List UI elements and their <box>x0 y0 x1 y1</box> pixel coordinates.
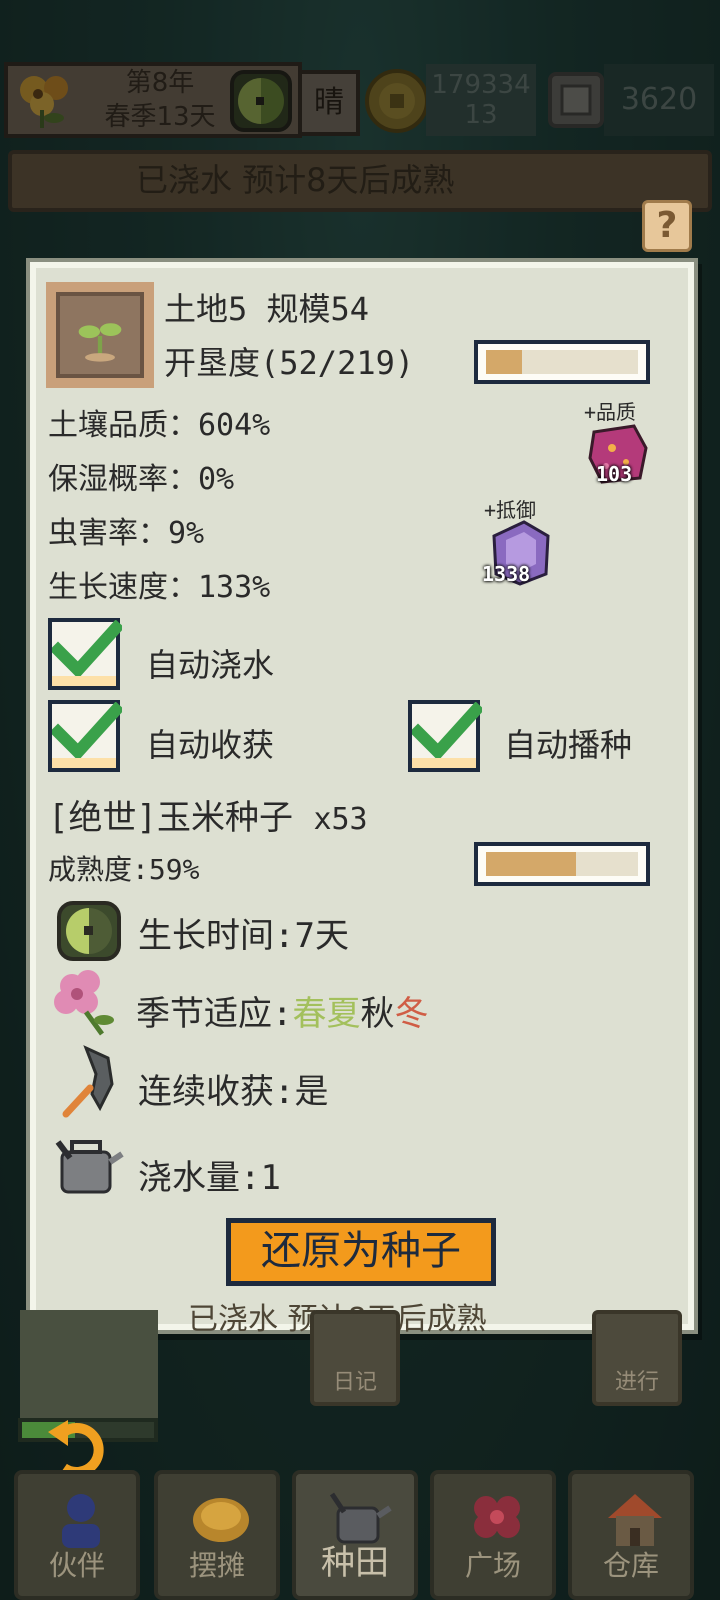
season-adapt: 季节适应:春夏秋冬 <box>136 986 428 1035</box>
quality-gem-count: 103 <box>596 462 633 486</box>
seed-name-text: [绝世]玉米种子 <box>48 798 293 838</box>
restore-to-seed-button[interactable]: 还原为种子 <box>226 1218 496 1286</box>
season-autumn: 秋 <box>360 994 395 1034</box>
auto-harvest-label[interactable]: 自动收获 <box>146 720 274 766</box>
plot-title: 土地5 规模54 <box>164 290 370 328</box>
auto-sow-checkbox[interactable] <box>408 700 482 772</box>
checkmark-icon <box>52 702 122 761</box>
plot-sprout-icon <box>46 282 154 388</box>
growth-clock-icon <box>57 901 121 961</box>
nav-stall[interactable]: 摆摊 <box>154 1470 280 1600</box>
diary-button[interactable]: 日记 <box>310 1310 400 1406</box>
nav-farm-label: 种田 <box>321 1543 389 1583</box>
reclaim-progress-bar <box>474 340 650 384</box>
nav-plaza[interactable]: 广场 <box>430 1470 556 1600</box>
bottom-navigation: 伙伴 摆摊 种田 广场 仓库 <box>0 1420 720 1600</box>
nav-plaza-label: 广场 <box>464 1549 521 1582</box>
checkmark-icon <box>412 702 482 761</box>
quality-gem-icon[interactable] <box>582 418 656 498</box>
season-winter: 冬 <box>394 994 429 1034</box>
reclaim-label: 开垦度(52/219) <box>164 344 415 382</box>
plot-detail-dialog: 土地5 规模54 开垦度(52/219) 土壤品质：604% 保湿概率：0% 虫… <box>30 262 694 1330</box>
stall-icon <box>193 1498 249 1542</box>
continuous-harvest: 连续收获:是 <box>138 1072 329 1112</box>
nav-warehouse-label: 仓库 <box>602 1549 659 1582</box>
watering-can-icon <box>55 1140 124 1194</box>
season-spring: 春 <box>292 994 327 1034</box>
stat-moisture-chance: 保湿概率：0% <box>48 462 235 497</box>
stat-soil-quality: 土壤品质：604% <box>48 408 271 443</box>
partner-avatar[interactable] <box>20 1310 158 1420</box>
auto-sow-label[interactable]: 自动播种 <box>504 720 632 766</box>
proceed-label: 进行 <box>614 1370 659 1395</box>
nav-partner-label: 伙伴 <box>48 1549 105 1582</box>
house-icon <box>608 1494 662 1546</box>
nav-partner[interactable]: 伙伴 <box>14 1470 140 1600</box>
nav-warehouse[interactable]: 仓库 <box>568 1470 694 1600</box>
maturity-progress-fill <box>486 852 576 876</box>
checkmark-icon <box>52 620 122 679</box>
stat-pest-rate: 虫害率：9% <box>48 516 205 551</box>
season-summer: 夏 <box>326 994 361 1034</box>
partner-icon <box>62 1494 100 1548</box>
maturity-progress-bar <box>474 842 650 886</box>
stat-growth-speed: 生长速度：133% <box>48 570 271 605</box>
auto-water-label[interactable]: 自动浇水 <box>146 640 274 686</box>
nav-farm[interactable]: 种田 <box>292 1470 418 1600</box>
seed-name: [绝世]玉米种子 x53 <box>48 790 368 839</box>
water-amount: 浇水量:1 <box>138 1158 281 1198</box>
diary-label: 日记 <box>332 1370 377 1395</box>
auto-harvest-checkbox[interactable] <box>48 700 122 772</box>
growth-time: 生长时间:7天 <box>138 916 349 956</box>
auto-water-checkbox[interactable] <box>48 618 122 690</box>
defense-gem-count: 1338 <box>482 562 531 586</box>
maturity-label: 成熟度:59% <box>48 853 200 886</box>
undo-arrow-icon[interactable] <box>44 1418 114 1478</box>
season-flower-icon <box>54 970 114 1036</box>
nav-stall-label: 摆摊 <box>188 1549 245 1582</box>
proceed-button[interactable]: 进行 <box>592 1310 682 1406</box>
season-adapt-prefix: 季节适应: <box>136 994 293 1034</box>
reclaim-progress-fill <box>486 350 523 374</box>
sickle-icon <box>62 1045 114 1118</box>
help-button[interactable]: ? <box>642 200 692 252</box>
seed-quantity: x53 <box>313 802 368 837</box>
flower-icon <box>474 1496 520 1538</box>
